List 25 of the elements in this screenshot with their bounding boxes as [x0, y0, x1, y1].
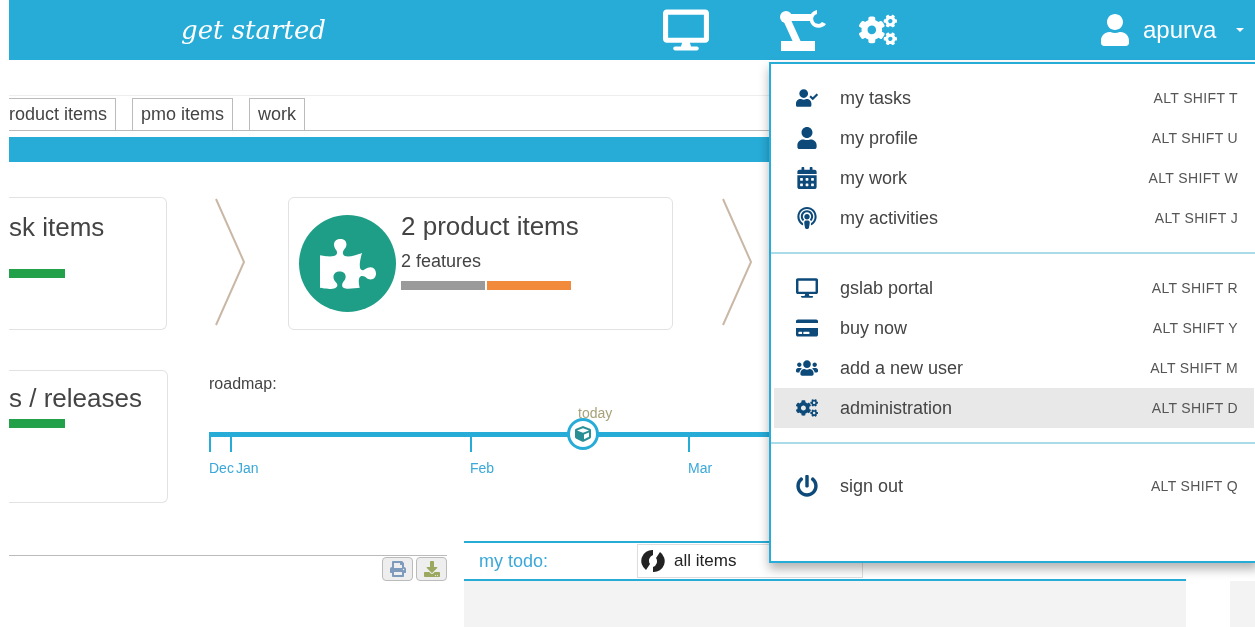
print-icon	[389, 561, 406, 577]
month-label: Jan	[236, 459, 259, 478]
month-label: Mar	[688, 459, 713, 478]
card-subtitle: 2 features	[401, 250, 483, 273]
today-label: today	[578, 404, 613, 423]
month-label: Feb	[470, 459, 495, 478]
roadmap-label: roadmap:	[209, 374, 278, 394]
download-icon	[423, 561, 440, 577]
chevron-icon	[214, 197, 248, 327]
user-icon	[1098, 14, 1131, 46]
tab[interactable]: pmo items	[132, 98, 234, 130]
sync-icon	[640, 548, 667, 574]
card-title: sk items	[9, 211, 106, 244]
download-button[interactable]	[416, 557, 447, 581]
chevron-icon	[721, 197, 755, 327]
tab[interactable]: roduct items	[9, 98, 117, 130]
caret-icon	[1236, 28, 1245, 32]
card-title: 2 product items	[401, 210, 579, 243]
todo-label: my todo:	[479, 549, 549, 573]
tab[interactable]: work	[249, 98, 306, 130]
month-label: Dec	[209, 459, 234, 478]
menu-item[interactable]: administration ALT SHIFT D	[774, 388, 1254, 428]
card-title: s / releases	[9, 382, 143, 415]
print-button[interactable]	[382, 557, 413, 581]
monitor-icon[interactable]	[662, 7, 709, 53]
